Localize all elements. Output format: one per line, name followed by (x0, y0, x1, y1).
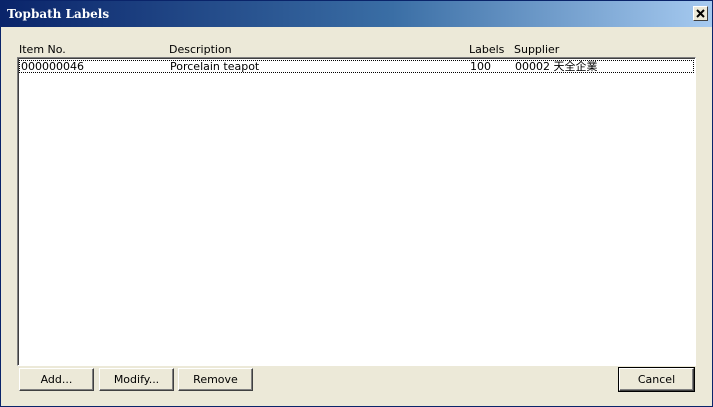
row-supplier: 00002 天全企業 (515, 60, 598, 73)
row-labels: 100 (470, 60, 491, 73)
modify-button[interactable]: Modify... (99, 368, 174, 391)
column-headers: Item No. Description Labels Supplier (19, 43, 694, 57)
add-button-label: Add... (40, 373, 73, 386)
add-button[interactable]: Add... (19, 368, 94, 391)
modify-button-label: Modify... (113, 373, 160, 386)
table-row[interactable]: 000000046 Porcelain teapot 100 00002 天全企… (19, 60, 694, 73)
row-item-no: 000000046 (21, 60, 84, 73)
column-header-labels[interactable]: Labels (469, 43, 504, 56)
close-icon (694, 7, 707, 20)
remove-button-label: Remove (193, 373, 238, 386)
labels-list[interactable]: 000000046 Porcelain teapot 100 00002 天全企… (17, 57, 696, 366)
title-bar[interactable]: Topbath Labels (1, 1, 712, 27)
row-description: Porcelain teapot (170, 60, 260, 73)
column-header-description[interactable]: Description (169, 43, 232, 56)
labels-list-inner: 000000046 Porcelain teapot 100 00002 天全企… (18, 58, 695, 365)
column-header-supplier[interactable]: Supplier (514, 43, 559, 56)
column-header-item-no[interactable]: Item No. (19, 43, 66, 56)
cancel-button-label: Cancel (637, 373, 676, 386)
close-button[interactable] (693, 6, 708, 21)
window-title: Topbath Labels (7, 7, 110, 21)
remove-button[interactable]: Remove (178, 368, 253, 391)
cancel-button[interactable]: Cancel (618, 367, 695, 392)
topbath-labels-dialog: Topbath Labels Item No. Description Labe… (0, 0, 713, 407)
